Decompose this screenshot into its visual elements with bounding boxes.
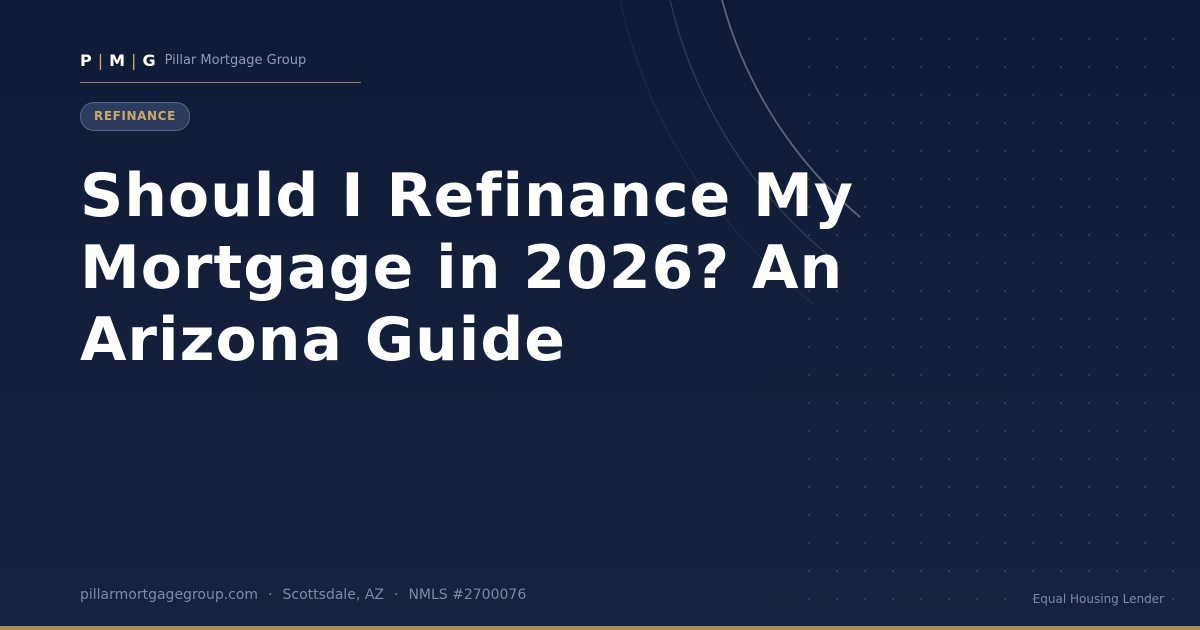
header-divider bbox=[80, 82, 361, 83]
brand-name: Pillar Mortgage Group bbox=[164, 52, 307, 68]
logo-letter-p: P bbox=[80, 50, 93, 70]
brand-logo: P | M | G Pillar Mortgage Group bbox=[80, 49, 306, 71]
footer-info: pillarmortgagegroup.com · Scottsdale, AZ… bbox=[80, 587, 526, 603]
location-text: Scottsdale, AZ bbox=[282, 587, 384, 603]
page-title: Should I Refinance My Mortgage in 2026? … bbox=[80, 161, 854, 375]
gold-accent-bar bbox=[0, 626, 1200, 630]
logo-separator: | bbox=[97, 50, 105, 70]
logo-letter-m: M bbox=[109, 50, 127, 70]
nmls-number: NMLS #2700076 bbox=[408, 587, 527, 603]
logo-letter-g: G bbox=[142, 50, 157, 70]
logo-separator: | bbox=[131, 50, 138, 70]
footer-separator: · bbox=[394, 587, 399, 603]
website-link[interactable]: pillarmortgagegroup.com bbox=[80, 587, 258, 603]
footer-separator: · bbox=[268, 587, 273, 603]
logo-mark: P | M | G bbox=[80, 51, 157, 70]
category-badge: REFINANCE bbox=[80, 102, 190, 131]
equal-housing-text: Equal Housing Lender bbox=[1032, 592, 1164, 606]
